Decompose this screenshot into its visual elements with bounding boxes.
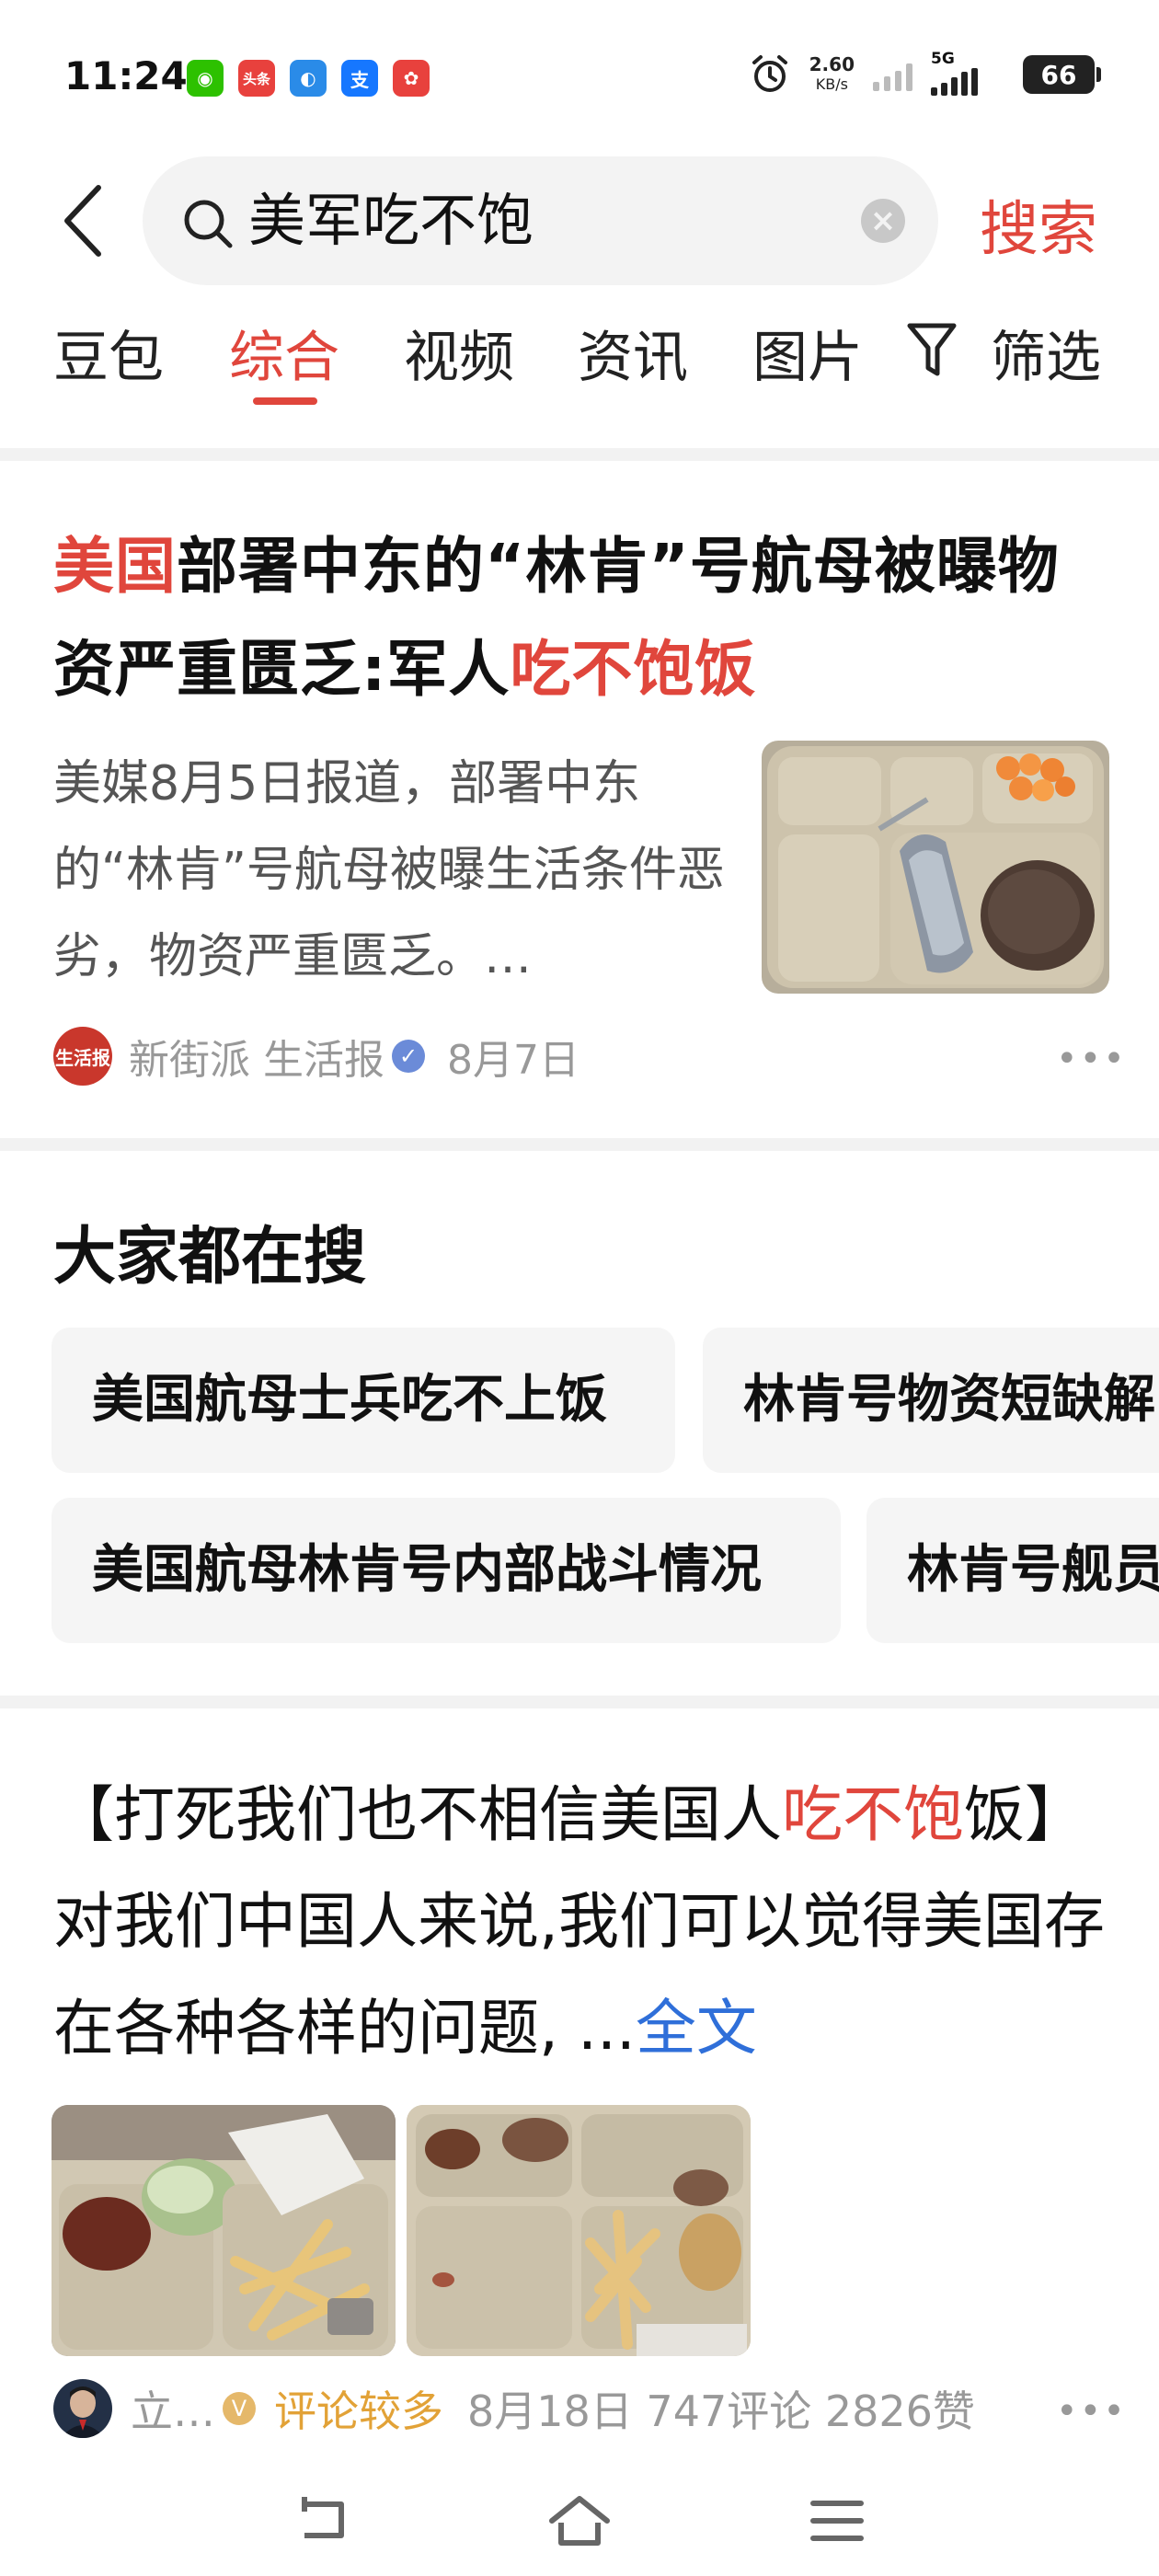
- toutiao-icon: 头条: [238, 60, 275, 97]
- result-tabs: 豆包 综合 视频 资讯 图片 筛选: [0, 304, 1159, 414]
- battery-icon: 66: [1023, 55, 1101, 94]
- author-avatar[interactable]: [53, 2379, 112, 2438]
- section-divider: [0, 448, 1159, 461]
- tab-comprehensive[interactable]: 综合: [229, 313, 339, 393]
- wechat-icon: ◉: [187, 60, 224, 97]
- network-speed: 2.60 KB/s: [809, 53, 855, 93]
- cloud-icon: ◐: [290, 60, 327, 97]
- back-arrow-icon: [64, 185, 101, 257]
- article-title[interactable]: 美国部署中东的“林肯”号航母被曝物资严重匮乏:军人吃不饱饭: [53, 515, 1120, 721]
- home-icon: [549, 2496, 610, 2546]
- article-date: 8月7日: [447, 1037, 580, 1084]
- status-right: 2.60 KB/s 5G 66: [749, 50, 1101, 96]
- author-name[interactable]: 立…: [131, 2378, 215, 2439]
- search-header: 美军吃不饱 × 搜索: [0, 147, 1159, 294]
- hot-search-chip[interactable]: 美国航母林肯号内部战斗情况: [52, 1498, 841, 1643]
- nav-back-button[interactable]: [285, 2484, 359, 2558]
- gift-icon: ✿: [393, 60, 430, 97]
- verified-icon: ✓: [392, 1040, 425, 1073]
- post-text[interactable]: 【打死我们也不相信美国人吃不饱饭】 对我们中国人来说,我们可以觉得美国存在各种各…: [53, 1762, 1130, 2082]
- post-image[interactable]: [52, 2105, 396, 2356]
- tab-news[interactable]: 资讯: [578, 313, 688, 393]
- article-summary[interactable]: 美媒8月5日报道，部署中东的“林肯”号航母被曝生活条件恶劣，物资严重匮乏。…: [53, 741, 725, 1000]
- system-nav-bar: [0, 2466, 1159, 2576]
- clear-icon[interactable]: ×: [861, 199, 905, 243]
- signal-empty-icon: [873, 58, 912, 91]
- article-source-row: 生活报 新街派 生活报 ✓ 8月7日: [53, 1026, 580, 1087]
- more-options-icon[interactable]: •••: [1056, 2390, 1127, 2432]
- search-input[interactable]: 美军吃不饱: [248, 182, 534, 259]
- back-button[interactable]: [51, 175, 115, 267]
- section-divider: [0, 1696, 1159, 1708]
- status-bar: 11:24 ◉ 头条 ◐ 支 ✿ 2.60 KB/s 5G 66: [0, 0, 1159, 147]
- search-box[interactable]: 美军吃不饱 ×: [143, 156, 938, 285]
- section-divider: [0, 1138, 1159, 1151]
- filter-icon[interactable]: [906, 320, 970, 379]
- post-image[interactable]: [407, 2105, 751, 2356]
- back-icon: [302, 2497, 344, 2538]
- active-tab-indicator: [253, 397, 317, 405]
- alipay-icon: 支: [341, 60, 378, 97]
- notification-icons: ◉ 头条 ◐ 支 ✿: [187, 60, 430, 97]
- alarm-icon: [752, 55, 787, 92]
- verified-gold-icon: V: [223, 2392, 256, 2425]
- source-avatar[interactable]: 生活报: [53, 1027, 112, 1086]
- search-button[interactable]: 搜索: [980, 182, 1097, 267]
- 5g-signal-icon: 5G: [931, 50, 1004, 96]
- article-thumbnail[interactable]: [762, 741, 1109, 994]
- tab-filter[interactable]: 筛选: [991, 313, 1101, 393]
- hot-searches-title: 大家都在搜: [53, 1221, 367, 1294]
- hot-search-chip[interactable]: 林肯号舰员: [866, 1498, 1159, 1643]
- full-text-link[interactable]: 全文: [636, 1993, 757, 2064]
- tab-doubao[interactable]: 豆包: [53, 313, 164, 393]
- status-time: 11:24: [64, 53, 188, 98]
- source-name[interactable]: 新街派 生活报: [129, 1027, 384, 1086]
- hot-search-chip[interactable]: 林肯号物资短缺解: [703, 1328, 1159, 1473]
- post-author-row: 立… V 评论较多 8月18日 747评论 2826赞: [53, 2378, 975, 2439]
- hot-comment-tag: 评论较多: [274, 2386, 443, 2436]
- post-meta: 8月18日 747评论 2826赞: [467, 2386, 975, 2436]
- search-icon: [184, 200, 233, 248]
- tab-images[interactable]: 图片: [752, 313, 863, 393]
- nav-home-button[interactable]: [543, 2484, 616, 2558]
- more-options-icon[interactable]: •••: [1056, 1038, 1127, 1080]
- hot-search-chip[interactable]: 美国航母士兵吃不上饭: [52, 1328, 675, 1473]
- nav-menu-button[interactable]: [800, 2484, 874, 2558]
- menu-icon: [810, 2501, 864, 2541]
- tab-video[interactable]: 视频: [404, 313, 514, 393]
